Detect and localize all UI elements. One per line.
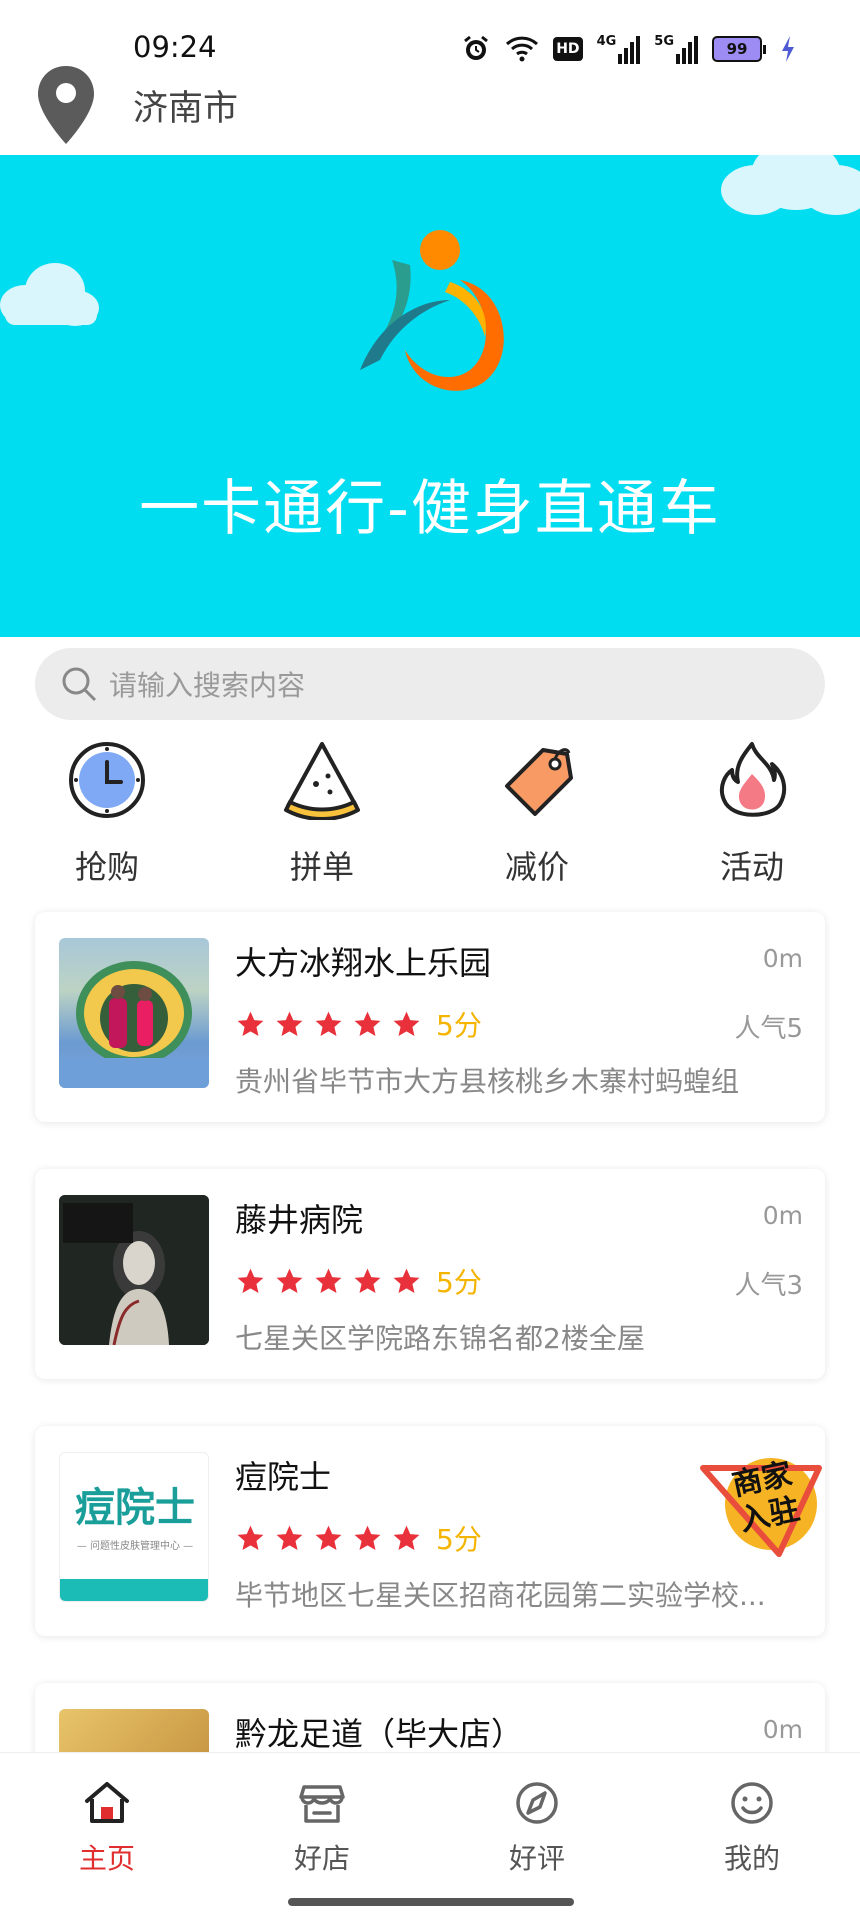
wifi-icon: [506, 36, 539, 62]
tab-label: 主页: [78, 1842, 135, 1875]
status-icons: HD 4G 5G 99: [461, 32, 796, 66]
cloud-icon: [721, 155, 860, 215]
shop-popularity: 人气3: [734, 1271, 803, 1301]
clock-icon: [69, 742, 145, 818]
star-icon: [393, 1011, 420, 1036]
shop-name: 痘院士: [235, 1458, 332, 1496]
alarm-icon: [464, 35, 489, 60]
shop-card[interactable]: 痘院士 — 问题性皮肤管理中心 — 痘院士 5分 毕节地区七星关区招商花园第二实…: [35, 1426, 825, 1636]
shop-score: 5分: [436, 1266, 482, 1299]
category-pindan[interactable]: 拼单: [252, 740, 392, 888]
star-icon: [276, 1268, 303, 1293]
merchant-join-badge[interactable]: 商家 入驻: [693, 1446, 825, 1566]
charging-icon: [782, 36, 794, 62]
category-label: 拼单: [289, 848, 354, 886]
shop-popularity: 人气5: [734, 1014, 803, 1044]
tab-reviews[interactable]: 好评: [467, 1779, 607, 1877]
battery-icon: 99: [712, 34, 766, 64]
banner[interactable]: 一卡通行-健身直通车: [0, 155, 860, 637]
store-icon: [299, 1785, 345, 1823]
tab-label: 好店: [293, 1842, 350, 1875]
star-icon: [315, 1525, 342, 1550]
hd-icon: HD: [553, 37, 583, 61]
star-icon: [354, 1525, 381, 1550]
category-label: 减价: [504, 848, 569, 886]
star-icon: [393, 1268, 420, 1293]
rating-stars: 5分: [235, 1261, 482, 1301]
category-jianjia[interactable]: 减价: [467, 740, 607, 888]
thumb-brand: 痘院士: [75, 1484, 195, 1531]
shop-distance: 0m: [762, 944, 803, 973]
signal-5g-icon: 5G: [654, 34, 698, 64]
rating-stars: 5分: [235, 1518, 482, 1558]
bottom-tab-bar: 主页 好店 好评 我的: [0, 1752, 860, 1921]
status-time: 09:24: [133, 30, 217, 64]
status-bar: 09:24 HD 4G 5G 99: [0, 0, 860, 80]
category-qianggou[interactable]: 抢购: [37, 740, 177, 888]
rating-stars: 5分: [235, 1004, 482, 1044]
fire-icon: [719, 742, 787, 817]
tab-home[interactable]: 主页: [37, 1779, 177, 1877]
star-icon: [354, 1268, 381, 1293]
star-icon: [237, 1268, 264, 1293]
tab-stores[interactable]: 好店: [252, 1779, 392, 1877]
star-icon: [393, 1525, 420, 1550]
thumb-subtitle: — 问题性皮肤管理中心 —: [76, 1541, 194, 1552]
category-label: 抢购: [74, 848, 139, 886]
star-icon: [315, 1011, 342, 1036]
search-icon: [62, 667, 97, 702]
price-tag-icon: [505, 748, 573, 816]
smile-icon: [731, 1782, 773, 1824]
tab-label: 我的: [723, 1842, 780, 1875]
star-icon: [354, 1011, 381, 1036]
location-pin-icon[interactable]: [36, 64, 96, 146]
signal-4g-icon: 4G: [597, 34, 641, 64]
shop-name: 藤井病院: [235, 1201, 364, 1239]
home-indicator[interactable]: [288, 1898, 574, 1906]
shop-card[interactable]: 大方冰翔水上乐园 0m 5分 人气5 贵州省毕节市大方县核桃乡木寨村蚂蝗组: [35, 912, 825, 1122]
shop-thumbnail: 痘院士 — 问题性皮肤管理中心 —: [59, 1452, 209, 1602]
category-label: 活动: [719, 848, 784, 886]
pizza-slice-icon: [284, 742, 360, 820]
star-icon: [237, 1525, 264, 1550]
home-icon: [85, 1782, 129, 1823]
shop-card[interactable]: 藤井病院 0m 5分 人气3 七星关区学院路东锦名都2楼全屋: [35, 1169, 825, 1379]
shop-address: 七星关区学院路东锦名都2楼全屋: [235, 1322, 645, 1355]
search-input[interactable]: [107, 648, 791, 722]
search-bar[interactable]: [35, 648, 825, 722]
banner-title: 一卡通行-健身直通车: [139, 474, 721, 544]
shop-address: 贵州省毕节市大方县核桃乡木寨村蚂蝗组: [235, 1065, 740, 1098]
shop-address: 毕节地区七星关区招商花园第二实验学校...: [235, 1579, 766, 1612]
shop-name: 黔龙足道（毕大店）: [235, 1715, 524, 1753]
shop-thumbnail: [59, 1195, 209, 1345]
shop-name: 大方冰翔水上乐园: [235, 944, 492, 982]
shop-distance: 0m: [762, 1715, 803, 1744]
compass-icon: [516, 1782, 558, 1824]
cloud-icon: [0, 263, 99, 326]
category-huodong[interactable]: 活动: [682, 740, 822, 888]
runner-logo: [360, 230, 504, 391]
star-icon: [315, 1268, 342, 1293]
shop-score: 5分: [436, 1523, 482, 1556]
city-name[interactable]: 济南市: [133, 80, 238, 131]
star-icon: [276, 1011, 303, 1036]
shop-thumbnail: [59, 938, 209, 1088]
shop-score: 5分: [436, 1009, 482, 1042]
star-icon: [237, 1011, 264, 1036]
tab-profile[interactable]: 我的: [682, 1779, 822, 1877]
shop-distance: 0m: [762, 1201, 803, 1230]
star-icon: [276, 1525, 303, 1550]
tab-label: 好评: [508, 1842, 565, 1875]
